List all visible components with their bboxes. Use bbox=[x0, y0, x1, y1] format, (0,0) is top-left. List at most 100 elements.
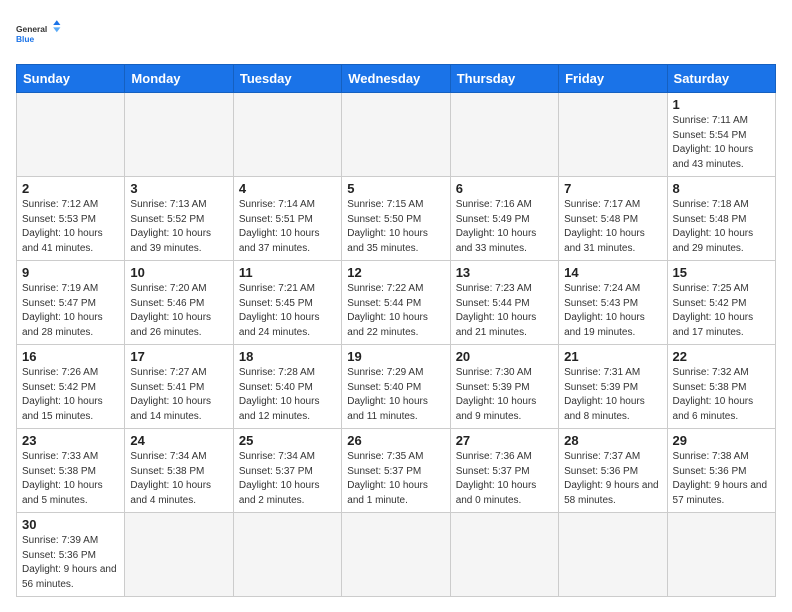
day-number: 12 bbox=[347, 265, 444, 280]
calendar-cell bbox=[125, 93, 233, 177]
calendar-cell: 21 Sunrise: 7:31 AM Sunset: 5:39 PM Dayli… bbox=[559, 345, 667, 429]
day-info: Sunrise: 7:11 AM Sunset: 5:54 PM Dayligh… bbox=[673, 114, 770, 172]
header: General Blue bbox=[16, 16, 776, 52]
day-number: 19 bbox=[347, 349, 444, 364]
day-info: Sunrise: 7:27 AM Sunset: 5:41 PM Dayligh… bbox=[130, 366, 227, 424]
day-info: Sunrise: 7:29 AM Sunset: 5:40 PM Dayligh… bbox=[347, 366, 444, 424]
day-number: 25 bbox=[239, 433, 336, 448]
day-info: Sunrise: 7:34 AM Sunset: 5:37 PM Dayligh… bbox=[239, 450, 336, 508]
day-number: 26 bbox=[347, 433, 444, 448]
calendar-cell bbox=[342, 93, 450, 177]
day-number: 11 bbox=[239, 265, 336, 280]
calendar-cell: 30Sunrise: 7:39 AM Sunset: 5:36 PM Dayli… bbox=[17, 513, 125, 597]
day-number: 16 bbox=[22, 349, 119, 364]
calendar-cell: 20 Sunrise: 7:30 AM Sunset: 5:39 PM Dayli… bbox=[450, 345, 558, 429]
day-info: Sunrise: 7:16 AM Sunset: 5:49 PM Dayligh… bbox=[456, 198, 553, 256]
day-info: Sunrise: 7:21 AM Sunset: 5:45 PM Dayligh… bbox=[239, 282, 336, 340]
calendar-table: SundayMondayTuesdayWednesdayThursdayFrid… bbox=[16, 64, 776, 597]
weekday-header-friday: Friday bbox=[559, 65, 667, 93]
day-number: 14 bbox=[564, 265, 661, 280]
calendar-cell bbox=[559, 513, 667, 597]
day-number: 1 bbox=[673, 97, 770, 112]
day-number: 10 bbox=[130, 265, 227, 280]
calendar-cell: 29 Sunrise: 7:38 AM Sunset: 5:36 PM Dayli… bbox=[667, 429, 775, 513]
day-info: Sunrise: 7:14 AM Sunset: 5:51 PM Dayligh… bbox=[239, 198, 336, 256]
calendar-cell: 5 Sunrise: 7:15 AM Sunset: 5:50 PM Daylig… bbox=[342, 177, 450, 261]
day-number: 18 bbox=[239, 349, 336, 364]
day-number: 7 bbox=[564, 181, 661, 196]
day-number: 9 bbox=[22, 265, 119, 280]
page: General Blue SundayMondayTuesdayWednesda… bbox=[0, 0, 792, 605]
day-number: 21 bbox=[564, 349, 661, 364]
calendar-cell: 3Sunrise: 7:13 AM Sunset: 5:52 PM Daylig… bbox=[125, 177, 233, 261]
weekday-header-wednesday: Wednesday bbox=[342, 65, 450, 93]
svg-text:General: General bbox=[16, 24, 47, 34]
calendar-cell: 1 Sunrise: 7:11 AM Sunset: 5:54 PM Daylig… bbox=[667, 93, 775, 177]
day-info: Sunrise: 7:23 AM Sunset: 5:44 PM Dayligh… bbox=[456, 282, 553, 340]
calendar-cell: 15 Sunrise: 7:25 AM Sunset: 5:42 PM Dayli… bbox=[667, 261, 775, 345]
calendar-cell bbox=[342, 513, 450, 597]
logo-svg: General Blue bbox=[16, 16, 64, 52]
day-number: 6 bbox=[456, 181, 553, 196]
calendar-week-1: 1 Sunrise: 7:11 AM Sunset: 5:54 PM Daylig… bbox=[17, 93, 776, 177]
calendar-cell: 24Sunrise: 7:34 AM Sunset: 5:38 PM Dayli… bbox=[125, 429, 233, 513]
weekday-header-monday: Monday bbox=[125, 65, 233, 93]
day-number: 20 bbox=[456, 349, 553, 364]
day-info: Sunrise: 7:13 AM Sunset: 5:52 PM Dayligh… bbox=[130, 198, 227, 256]
day-number: 23 bbox=[22, 433, 119, 448]
calendar-cell: 8 Sunrise: 7:18 AM Sunset: 5:48 PM Daylig… bbox=[667, 177, 775, 261]
day-info: Sunrise: 7:33 AM Sunset: 5:38 PM Dayligh… bbox=[22, 450, 119, 508]
day-info: Sunrise: 7:18 AM Sunset: 5:48 PM Dayligh… bbox=[673, 198, 770, 256]
calendar-cell bbox=[17, 93, 125, 177]
day-info: Sunrise: 7:37 AM Sunset: 5:36 PM Dayligh… bbox=[564, 450, 661, 508]
day-info: Sunrise: 7:12 AM Sunset: 5:53 PM Dayligh… bbox=[22, 198, 119, 256]
calendar-cell: 17Sunrise: 7:27 AM Sunset: 5:41 PM Dayli… bbox=[125, 345, 233, 429]
day-number: 15 bbox=[673, 265, 770, 280]
day-info: Sunrise: 7:24 AM Sunset: 5:43 PM Dayligh… bbox=[564, 282, 661, 340]
day-info: Sunrise: 7:35 AM Sunset: 5:37 PM Dayligh… bbox=[347, 450, 444, 508]
day-number: 29 bbox=[673, 433, 770, 448]
day-info: Sunrise: 7:39 AM Sunset: 5:36 PM Dayligh… bbox=[22, 534, 119, 592]
calendar-cell: 27Sunrise: 7:36 AM Sunset: 5:37 PM Dayli… bbox=[450, 429, 558, 513]
day-number: 2 bbox=[22, 181, 119, 196]
calendar-cell: 12 Sunrise: 7:22 AM Sunset: 5:44 PM Dayli… bbox=[342, 261, 450, 345]
day-number: 8 bbox=[673, 181, 770, 196]
calendar-cell bbox=[450, 93, 558, 177]
calendar-cell bbox=[125, 513, 233, 597]
calendar-cell: 23 Sunrise: 7:33 AM Sunset: 5:38 PM Dayli… bbox=[17, 429, 125, 513]
weekday-header-tuesday: Tuesday bbox=[233, 65, 341, 93]
weekday-header-thursday: Thursday bbox=[450, 65, 558, 93]
day-info: Sunrise: 7:15 AM Sunset: 5:50 PM Dayligh… bbox=[347, 198, 444, 256]
calendar-cell: 14 Sunrise: 7:24 AM Sunset: 5:43 PM Dayli… bbox=[559, 261, 667, 345]
day-info: Sunrise: 7:17 AM Sunset: 5:48 PM Dayligh… bbox=[564, 198, 661, 256]
calendar-cell: 2 Sunrise: 7:12 AM Sunset: 5:53 PM Daylig… bbox=[17, 177, 125, 261]
calendar-cell: 16 Sunrise: 7:26 AM Sunset: 5:42 PM Dayli… bbox=[17, 345, 125, 429]
svg-text:Blue: Blue bbox=[16, 34, 35, 44]
day-number: 27 bbox=[456, 433, 553, 448]
calendar-cell: 13Sunrise: 7:23 AM Sunset: 5:44 PM Dayli… bbox=[450, 261, 558, 345]
calendar-cell bbox=[450, 513, 558, 597]
calendar-cell: 25 Sunrise: 7:34 AM Sunset: 5:37 PM Dayli… bbox=[233, 429, 341, 513]
calendar-cell: 26 Sunrise: 7:35 AM Sunset: 5:37 PM Dayli… bbox=[342, 429, 450, 513]
day-info: Sunrise: 7:22 AM Sunset: 5:44 PM Dayligh… bbox=[347, 282, 444, 340]
day-number: 24 bbox=[130, 433, 227, 448]
calendar-cell: 9 Sunrise: 7:19 AM Sunset: 5:47 PM Daylig… bbox=[17, 261, 125, 345]
calendar-cell: 4Sunrise: 7:14 AM Sunset: 5:51 PM Daylig… bbox=[233, 177, 341, 261]
calendar-cell: 6 Sunrise: 7:16 AM Sunset: 5:49 PM Daylig… bbox=[450, 177, 558, 261]
day-info: Sunrise: 7:25 AM Sunset: 5:42 PM Dayligh… bbox=[673, 282, 770, 340]
calendar-cell: 18Sunrise: 7:28 AM Sunset: 5:40 PM Dayli… bbox=[233, 345, 341, 429]
day-info: Sunrise: 7:32 AM Sunset: 5:38 PM Dayligh… bbox=[673, 366, 770, 424]
day-info: Sunrise: 7:30 AM Sunset: 5:39 PM Dayligh… bbox=[456, 366, 553, 424]
day-number: 22 bbox=[673, 349, 770, 364]
day-number: 5 bbox=[347, 181, 444, 196]
weekday-header-saturday: Saturday bbox=[667, 65, 775, 93]
day-info: Sunrise: 7:31 AM Sunset: 5:39 PM Dayligh… bbox=[564, 366, 661, 424]
logo: General Blue bbox=[16, 16, 64, 52]
calendar-cell bbox=[233, 513, 341, 597]
day-info: Sunrise: 7:19 AM Sunset: 5:47 PM Dayligh… bbox=[22, 282, 119, 340]
day-info: Sunrise: 7:26 AM Sunset: 5:42 PM Dayligh… bbox=[22, 366, 119, 424]
calendar-week-2: 2 Sunrise: 7:12 AM Sunset: 5:53 PM Daylig… bbox=[17, 177, 776, 261]
calendar-cell: 28Sunrise: 7:37 AM Sunset: 5:36 PM Dayli… bbox=[559, 429, 667, 513]
day-info: Sunrise: 7:38 AM Sunset: 5:36 PM Dayligh… bbox=[673, 450, 770, 508]
calendar-cell: 11 Sunrise: 7:21 AM Sunset: 5:45 PM Dayli… bbox=[233, 261, 341, 345]
